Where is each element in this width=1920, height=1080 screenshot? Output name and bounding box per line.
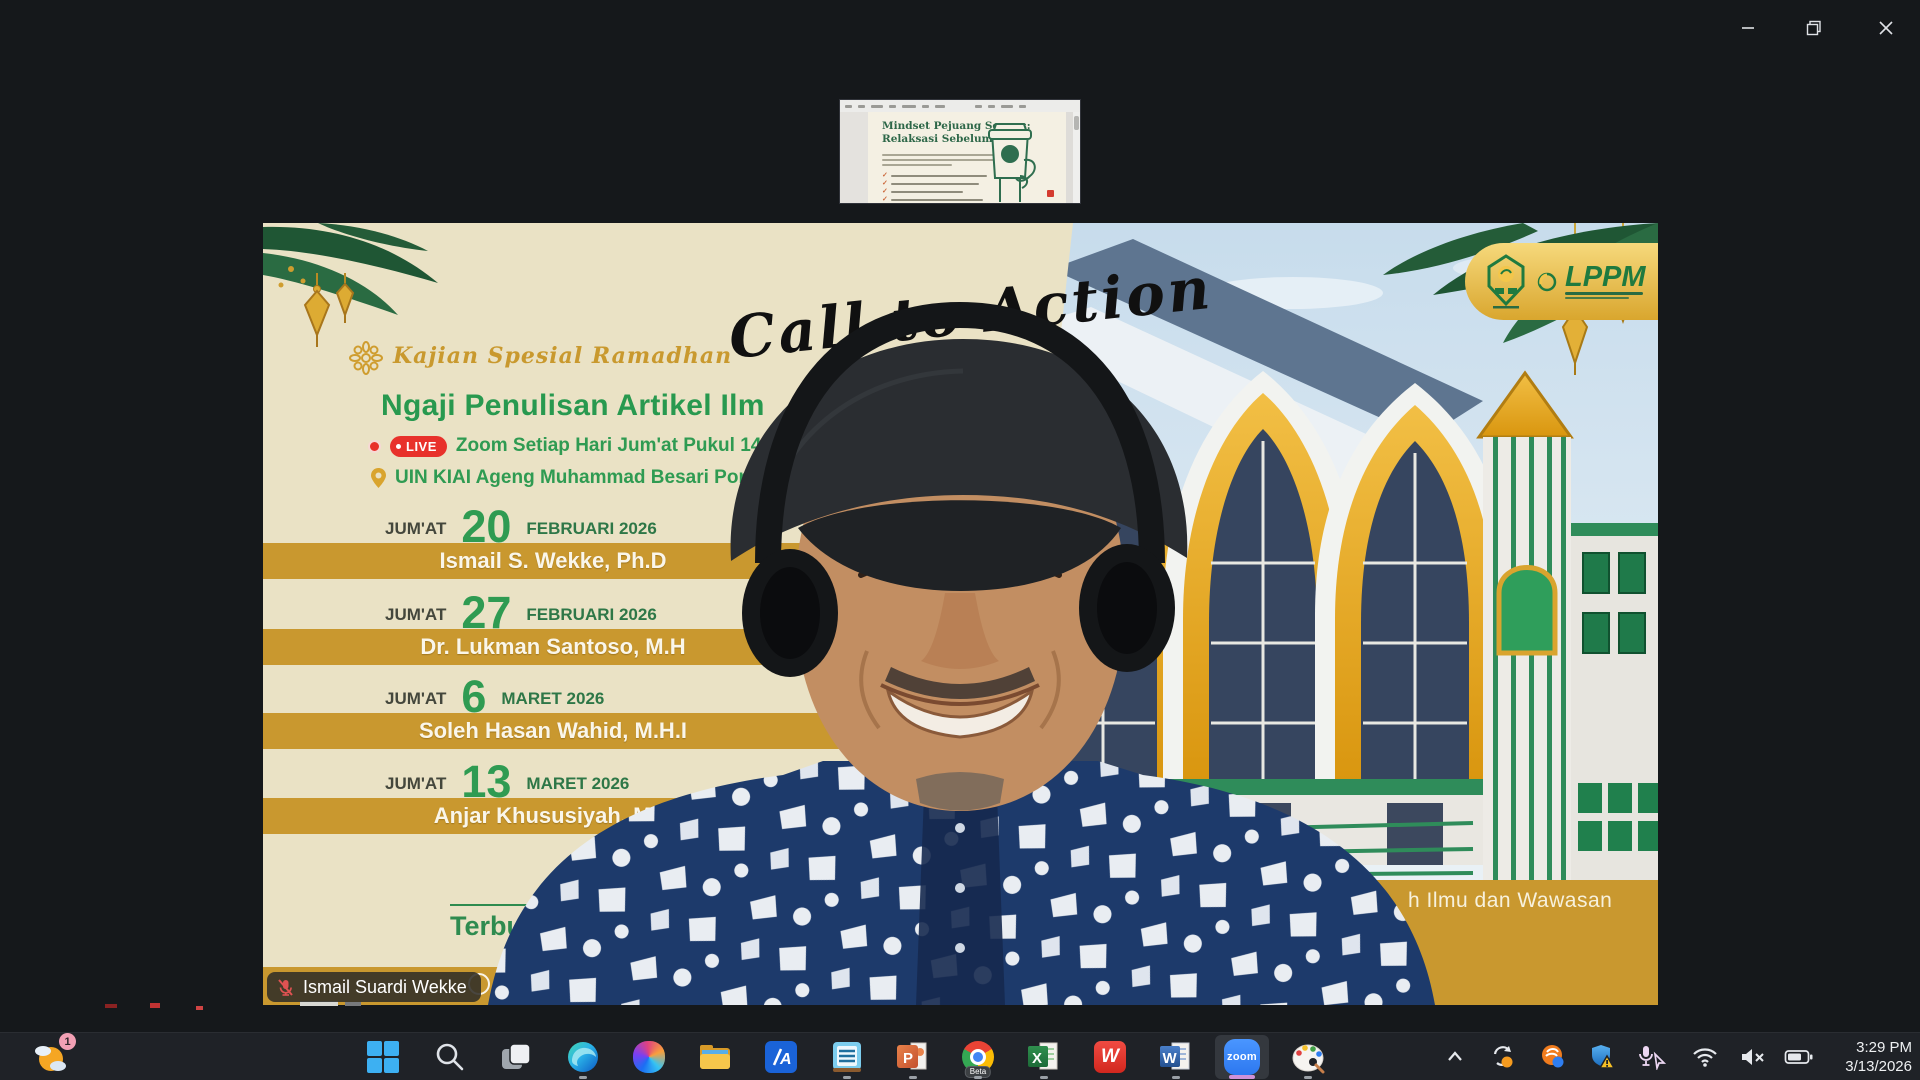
svg-text:P: P (903, 1050, 913, 1067)
a-app-icon: A (765, 1041, 797, 1073)
tray-shield-warning-icon[interactable] (1586, 1041, 1620, 1073)
word-button[interactable]: W (1149, 1035, 1203, 1079)
minimize-icon (1741, 21, 1755, 35)
tray-volume-muted-icon[interactable] (1736, 1041, 1770, 1073)
background-window-fragment (105, 1004, 117, 1008)
clock-date: 3/13/2026 (1845, 1057, 1912, 1076)
document-paragraph-line (882, 164, 952, 166)
participant-name-tag: Ismail Suardi Wekke (267, 972, 481, 1002)
chrome-beta-button[interactable]: Beta (951, 1035, 1005, 1079)
tray-mic-location-icon[interactable] (1634, 1041, 1668, 1073)
file-explorer-button[interactable] (688, 1035, 742, 1079)
document-page: Mindset Pejuang Scopus: Relaksasi Sebelu… (868, 112, 1066, 203)
speaker-video-tile: Kajian Spesial Ramadhan Ngaji Penulisan … (263, 223, 1658, 1005)
minimize-button[interactable] (1722, 8, 1774, 48)
close-button[interactable] (1860, 8, 1912, 48)
restore-icon (1806, 20, 1822, 36)
svg-text:A: A (779, 1051, 792, 1068)
background-window-fragment (150, 1003, 160, 1008)
running-indicator (1304, 1076, 1312, 1079)
running-indicator (909, 1076, 917, 1079)
checklist-item: ✓ (882, 196, 983, 203)
excel-button[interactable]: X (1017, 1035, 1071, 1079)
a-app-button[interactable]: A (754, 1035, 808, 1079)
powerpoint-button[interactable]: P (886, 1035, 940, 1079)
copilot-icon (633, 1041, 665, 1073)
background-window-fragment (196, 1006, 203, 1010)
document-red-marker (1047, 190, 1054, 197)
svg-text:W: W (1163, 1050, 1178, 1067)
zoom-icon: zoom (1224, 1039, 1260, 1075)
running-indicator (579, 1076, 587, 1079)
clock-time: 3:29 PM (1845, 1038, 1912, 1057)
mic-location-icon (1636, 1044, 1666, 1070)
folder-icon (698, 1040, 732, 1074)
wifi-icon (1692, 1046, 1718, 1068)
sync-arrows-icon (1490, 1044, 1516, 1070)
zoom-meeting-window: Mindset Pejuang Scopus: Relaksasi Sebelu… (0, 0, 1920, 1080)
powerpoint-icon: P (896, 1040, 930, 1074)
tray-security-app-icon[interactable] (1536, 1041, 1570, 1073)
restore-button[interactable] (1788, 8, 1840, 48)
edge-browser-button[interactable] (556, 1035, 610, 1079)
edge-icon (566, 1040, 600, 1074)
active-app-indicator (1229, 1075, 1255, 1079)
chevron-up-icon (1444, 1046, 1466, 1068)
checklist-item: ✓ (882, 188, 963, 195)
tray-battery-icon[interactable] (1782, 1041, 1816, 1073)
windows-start-icon (366, 1040, 400, 1074)
orange-swirl-icon (1540, 1044, 1566, 1070)
close-icon (1879, 21, 1893, 35)
running-indicator (974, 1076, 982, 1079)
paint-palette-icon (1291, 1040, 1325, 1074)
notification-badge: 1 (59, 1033, 76, 1050)
excel-icon: X (1027, 1040, 1061, 1074)
svg-text:X: X (1032, 1050, 1042, 1067)
notepad-button[interactable] (820, 1035, 874, 1079)
running-indicator (1040, 1076, 1048, 1079)
notepad-icon (830, 1040, 864, 1074)
wps-icon: W (1094, 1041, 1126, 1073)
speaker-muted-icon (1740, 1046, 1766, 1068)
start-button[interactable] (356, 1035, 410, 1079)
weather-widget[interactable]: 1 (24, 1035, 78, 1079)
paint-button[interactable] (1281, 1035, 1335, 1079)
wps-office-button[interactable]: W (1083, 1035, 1137, 1079)
copilot-button[interactable] (622, 1035, 676, 1079)
checklist-item: ✓ (882, 180, 979, 187)
shared-screen-thumbnail[interactable]: Mindset Pejuang Scopus: Relaksasi Sebelu… (840, 100, 1080, 203)
speaker-person (263, 223, 1658, 1005)
tray-chevron-button[interactable] (1438, 1041, 1472, 1073)
document-toolbar (840, 100, 1080, 112)
taskbar-clock[interactable]: 3:29 PM 3/13/2026 (1845, 1038, 1912, 1076)
battery-icon (1784, 1046, 1814, 1068)
windows-taskbar: 1 (0, 1032, 1920, 1080)
search-button[interactable] (423, 1035, 477, 1079)
shield-warning-icon (1590, 1044, 1616, 1070)
coffee-cup-illustration (976, 118, 1048, 203)
running-indicator (843, 1076, 851, 1079)
running-indicator (1172, 1076, 1180, 1079)
task-view-button[interactable] (489, 1035, 543, 1079)
checklist-item: ✓ (882, 172, 987, 179)
tray-wifi-icon[interactable] (1688, 1041, 1722, 1073)
search-icon (433, 1040, 467, 1074)
document-scrollbar[interactable] (1073, 112, 1080, 203)
tray-sync-icon[interactable] (1486, 1041, 1520, 1073)
task-view-icon (499, 1040, 533, 1074)
muted-mic-icon (276, 978, 295, 997)
document-margin (840, 112, 868, 203)
word-icon: W (1159, 1040, 1193, 1074)
zoom-app-button[interactable]: zoom (1215, 1035, 1269, 1079)
